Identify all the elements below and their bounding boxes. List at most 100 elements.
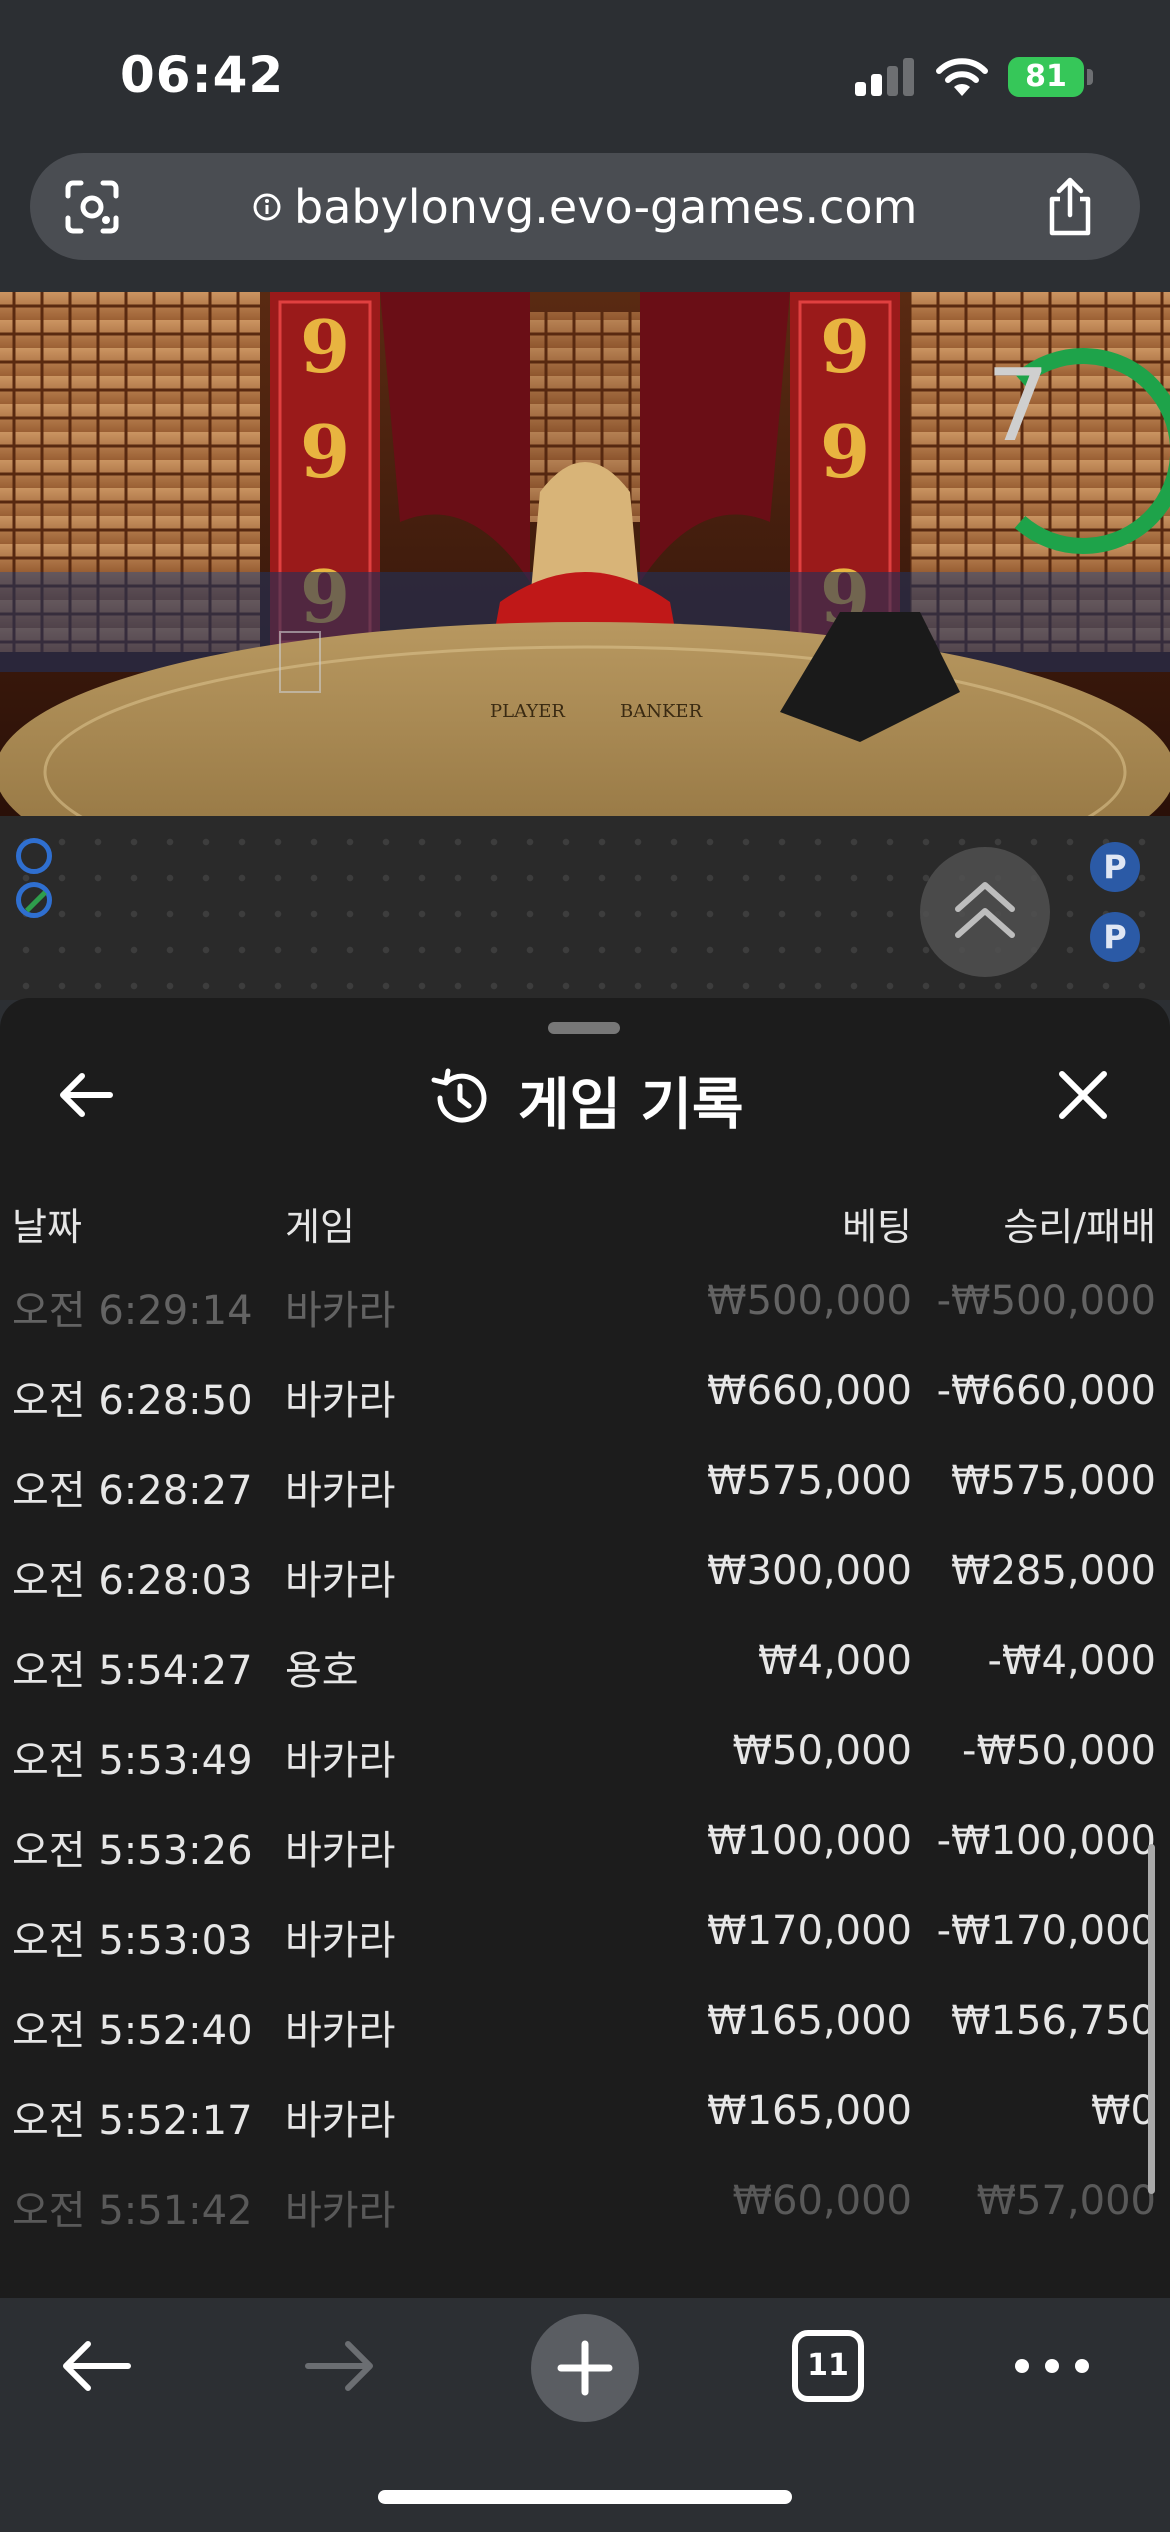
close-icon[interactable] bbox=[1050, 1062, 1116, 1128]
row-date: 오전 5:54:27 bbox=[12, 1648, 253, 1694]
row-date: 오전 5:52:40 bbox=[12, 2008, 253, 2054]
row-result: -₩170,000 bbox=[936, 1908, 1156, 1954]
row-game: 바카라 bbox=[285, 1468, 396, 1514]
sheet-drag-handle[interactable] bbox=[548, 1022, 620, 1034]
new-tab-button[interactable] bbox=[531, 2314, 639, 2422]
row-date: 오전 5:53:26 bbox=[12, 1828, 253, 1874]
row-result: ₩575,000 bbox=[951, 1458, 1156, 1504]
table-row[interactable]: 오전 5:53:49 바카라 ₩50,000 -₩50,000 bbox=[0, 1714, 1170, 1804]
svg-text:9: 9 bbox=[820, 304, 870, 389]
tab-switcher-button[interactable]: 11 bbox=[792, 2330, 864, 2402]
wifi-icon bbox=[936, 58, 988, 96]
table-row[interactable]: 오전 6:28:03 바카라 ₩300,000 ₩285,000 bbox=[0, 1534, 1170, 1624]
row-result: ₩0 bbox=[1091, 2088, 1156, 2134]
status-bar: 06:42 81 bbox=[0, 0, 1170, 150]
history-table: 오전 6:29:14 바카라 ₩500,000 -₩500,000 오전 6:28:50… bbox=[0, 1264, 1170, 2254]
row-bet: ₩660,000 bbox=[707, 1368, 912, 1414]
row-game: 바카라 bbox=[285, 2008, 396, 2054]
chevron-up-icon bbox=[955, 882, 1015, 938]
table-row[interactable]: 오전 5:52:17 바카라 ₩165,000 ₩0 bbox=[0, 2074, 1170, 2164]
table-row[interactable]: 오전 6:28:27 바카라 ₩575,000 ₩575,000 bbox=[0, 1444, 1170, 1534]
history-icon bbox=[431, 1068, 487, 1123]
row-bet: ₩165,000 bbox=[707, 2088, 912, 2134]
sheet-title: 게임 기록 bbox=[518, 1073, 744, 1138]
player-badge: P bbox=[1090, 912, 1140, 962]
road-marker bbox=[16, 838, 52, 874]
expand-panel-button[interactable] bbox=[920, 847, 1050, 977]
row-result: -₩4,000 bbox=[987, 1638, 1157, 1684]
pillar-digit: 9 bbox=[300, 409, 350, 494]
row-bet: ₩500,000 bbox=[707, 1278, 912, 1324]
share-icon[interactable] bbox=[1042, 177, 1098, 237]
table-row[interactable]: 오전 5:53:26 바카라 ₩100,000 -₩100,000 bbox=[0, 1804, 1170, 1894]
battery-tip bbox=[1087, 69, 1093, 85]
row-result: ₩57,000 bbox=[976, 2178, 1156, 2224]
table-header: 날짜 게임 베팅 승리/패배 bbox=[0, 1196, 1170, 1249]
table-label-banker: BANKER bbox=[620, 701, 703, 722]
row-bet: ₩170,000 bbox=[707, 1908, 912, 1954]
table-row[interactable]: 오전 5:54:27 용호 ₩4,000 -₩4,000 bbox=[0, 1624, 1170, 1714]
table-row[interactable]: 오전 5:52:40 바카라 ₩165,000 ₩156,750 bbox=[0, 1984, 1170, 2074]
url-display[interactable]: babylonvg.evo-games.com bbox=[252, 179, 917, 235]
address-bar[interactable]: babylonvg.evo-games.com bbox=[30, 153, 1140, 260]
browser-back-icon[interactable] bbox=[58, 2334, 134, 2398]
table-row[interactable]: 오전 6:29:14 바카라 ₩500,000 -₩500,000 bbox=[0, 1264, 1170, 1354]
cellular-signal-icon bbox=[855, 58, 915, 96]
row-game: 바카라 bbox=[285, 2188, 396, 2234]
row-date: 오전 5:53:49 bbox=[12, 1738, 253, 1784]
dealer-table-scene: 9 9 9 9 9 9 PLAYER BANKER 7 bbox=[0, 292, 1170, 816]
svg-text:9: 9 bbox=[820, 409, 870, 494]
row-bet: ₩100,000 bbox=[707, 1818, 912, 1864]
live-dealer-video[interactable]: 9 9 9 9 9 9 PLAYER BANKER 7 bbox=[0, 292, 1170, 816]
row-result: -₩500,000 bbox=[936, 1278, 1156, 1324]
row-game: 바카라 bbox=[285, 1288, 396, 1334]
column-header-game: 게임 bbox=[285, 1205, 355, 1249]
row-game: 바카라 bbox=[285, 1738, 396, 1784]
countdown-timer: 7 bbox=[986, 347, 1050, 464]
back-arrow-icon[interactable] bbox=[52, 1060, 122, 1130]
row-result: -₩100,000 bbox=[936, 1818, 1156, 1864]
pillar-digit: 9 bbox=[300, 304, 350, 389]
url-text[interactable]: babylonvg.evo-games.com bbox=[294, 180, 917, 234]
row-result: ₩285,000 bbox=[951, 1548, 1156, 1594]
row-date: 오전 6:28:27 bbox=[12, 1468, 253, 1514]
site-info-icon[interactable] bbox=[252, 192, 282, 222]
row-game: 바카라 bbox=[285, 1918, 396, 1964]
row-date: 오전 6:28:03 bbox=[12, 1558, 253, 1604]
row-result: -₩50,000 bbox=[962, 1728, 1156, 1774]
row-bet: ₩50,000 bbox=[732, 1728, 912, 1774]
column-header-result: 승리/패배 bbox=[1003, 1205, 1156, 1249]
status-time: 06:42 bbox=[120, 46, 285, 104]
column-header-bet: 베팅 bbox=[842, 1205, 912, 1249]
table-label-player: PLAYER bbox=[490, 701, 565, 722]
camera-lens-icon[interactable] bbox=[64, 180, 120, 234]
row-date: 오전 5:51:42 bbox=[12, 2188, 253, 2234]
row-date: 오전 6:28:50 bbox=[12, 1378, 253, 1424]
browser-forward-icon[interactable] bbox=[302, 2334, 378, 2398]
row-bet: ₩4,000 bbox=[757, 1638, 912, 1684]
more-options-icon[interactable] bbox=[1012, 2356, 1092, 2376]
row-bet: ₩60,000 bbox=[732, 2178, 912, 2224]
row-game: 바카라 bbox=[285, 1558, 396, 1604]
scrollbar[interactable] bbox=[1148, 1844, 1155, 2194]
table-row[interactable]: 오전 5:53:03 바카라 ₩170,000 -₩170,000 bbox=[0, 1894, 1170, 1984]
game-history-sheet: 게임 기록 날짜 게임 베팅 승리/패배 오전 6:29:14 바카라 ₩500,0… bbox=[0, 998, 1170, 2298]
row-game: 바카라 bbox=[285, 1828, 396, 1874]
plus-icon bbox=[557, 2340, 613, 2396]
player-badge: P bbox=[1090, 842, 1140, 892]
row-date: 오전 5:53:03 bbox=[12, 1918, 253, 1964]
battery-indicator: 81 bbox=[1008, 57, 1084, 97]
column-header-date: 날짜 bbox=[12, 1205, 82, 1249]
row-result: ₩156,750 bbox=[951, 1998, 1156, 2044]
table-row[interactable]: 오전 5:51:42 바카라 ₩60,000 ₩57,000 bbox=[0, 2164, 1170, 2254]
row-result: -₩660,000 bbox=[936, 1368, 1156, 1414]
row-bet: ₩575,000 bbox=[707, 1458, 912, 1504]
row-bet: ₩300,000 bbox=[707, 1548, 912, 1594]
row-game: 바카라 bbox=[285, 2098, 396, 2144]
table-row[interactable]: 오전 6:28:50 바카라 ₩660,000 -₩660,000 bbox=[0, 1354, 1170, 1444]
row-game: 용호 bbox=[285, 1648, 359, 1694]
row-bet: ₩165,000 bbox=[707, 1998, 912, 2044]
row-date: 오전 5:52:17 bbox=[12, 2098, 253, 2144]
home-indicator[interactable] bbox=[378, 2490, 792, 2504]
row-game: 바카라 bbox=[285, 1378, 396, 1424]
